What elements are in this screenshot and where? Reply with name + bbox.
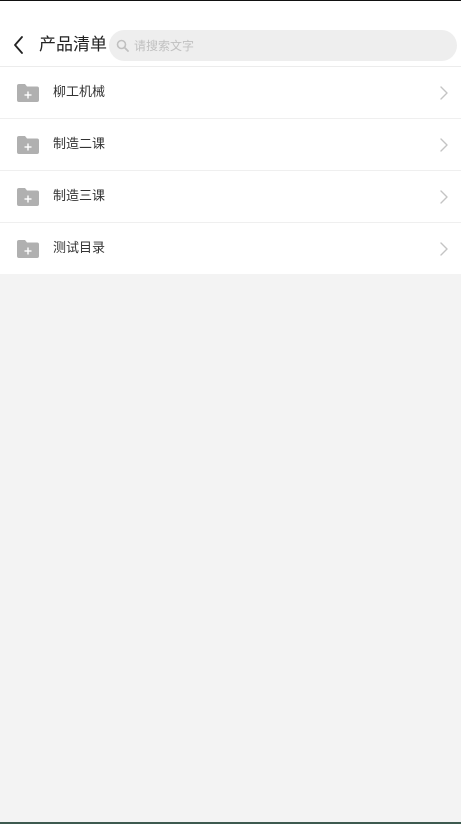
search-input[interactable]: [134, 33, 434, 58]
list-item-label: 制造三课: [53, 189, 106, 204]
folder-plus-icon: [17, 240, 39, 258]
list-item[interactable]: 测试目录: [0, 223, 461, 274]
folder-list: 柳工机械 制造二课 制造三课 测试目录: [0, 66, 461, 274]
list-item[interactable]: 柳工机械: [0, 67, 461, 119]
folder-plus-icon: [17, 84, 39, 102]
header-bar: 产品清单: [0, 24, 461, 66]
list-item-label: 柳工机械: [53, 85, 106, 100]
chevron-left-icon: [14, 36, 23, 54]
chevron-right-icon: [440, 138, 448, 152]
list-item[interactable]: 制造三课: [0, 171, 461, 223]
back-button[interactable]: [6, 32, 32, 58]
search-box[interactable]: [109, 30, 457, 61]
chevron-right-icon: [440, 242, 448, 256]
chevron-right-icon: [440, 190, 448, 204]
page-title: 产品清单: [39, 35, 107, 55]
folder-plus-icon: [17, 188, 39, 206]
search-icon: [116, 39, 129, 52]
list-item-label: 测试目录: [53, 241, 106, 256]
chevron-right-icon: [440, 86, 448, 100]
list-item-label: 制造二课: [53, 137, 106, 152]
folder-plus-icon: [17, 136, 39, 154]
list-item[interactable]: 制造二课: [0, 119, 461, 171]
status-bar: [0, 0, 461, 24]
